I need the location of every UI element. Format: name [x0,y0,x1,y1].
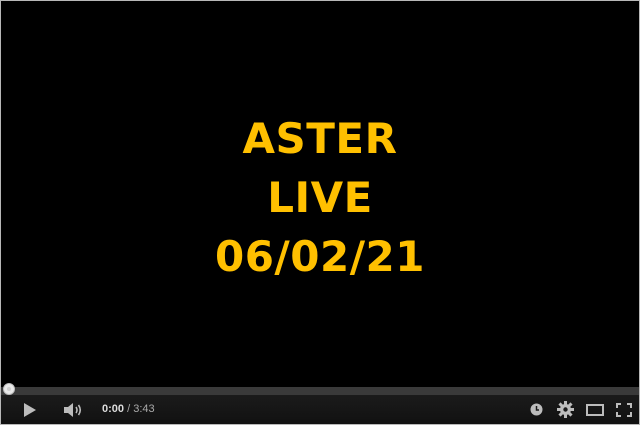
video-title-card: ASTER LIVE 06/02/21 [1,109,639,286]
watch-later-button[interactable] [527,395,545,424]
theater-mode-button[interactable] [584,395,606,424]
video-player[interactable]: ASTER LIVE 06/02/21 0:00 / 3:43 [0,0,640,425]
duration: 3:43 [133,403,155,415]
scrubber-handle[interactable] [3,383,15,395]
watch-later-icon [530,403,542,416]
settings-button[interactable] [554,395,576,424]
fullscreen-icon [616,402,632,417]
time-display: 0:00 / 3:43 [102,395,155,424]
video-area[interactable]: ASTER LIVE 06/02/21 [1,1,639,387]
volume-icon [64,402,82,417]
fullscreen-button[interactable] [613,395,635,424]
play-button[interactable] [17,395,43,424]
progress-bar[interactable] [1,387,639,395]
gear-icon [556,401,574,418]
theater-mode-icon [586,403,604,416]
time-separator: / [124,403,134,415]
title-line-2: LIVE [267,173,373,222]
current-time: 0:00 [102,403,125,415]
title-line-3: 06/02/21 [214,232,426,281]
volume-button[interactable] [59,395,89,424]
control-bar: 0:00 / 3:43 [1,395,639,424]
play-icon [24,402,36,417]
title-line-1: ASTER [242,114,398,163]
